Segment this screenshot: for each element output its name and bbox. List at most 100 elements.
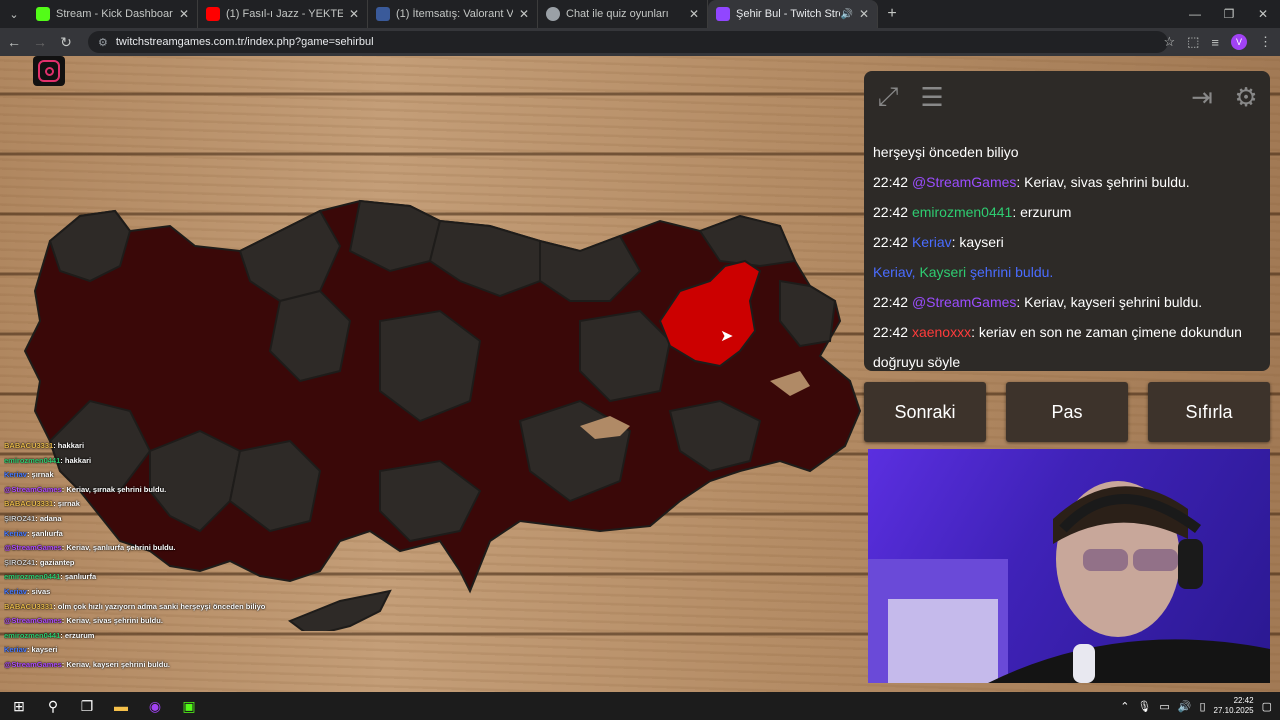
- profile-avatar[interactable]: V: [1231, 34, 1247, 50]
- overlay-chat-line: ŞIROZ41: gaziantep: [4, 557, 75, 567]
- overlay-chat-text: şırnak: [31, 470, 54, 480]
- chat-user: emirozmen0441: [911, 204, 1013, 220]
- microphone-icon[interactable]: 🎙: [1137, 700, 1151, 713]
- chat-text: : Keriav, sivas şehrini buldu.: [1016, 174, 1190, 190]
- chat-time: 22:42: [873, 234, 909, 250]
- overlay-chat-text: hakkari: [64, 455, 92, 465]
- webcam-video: [868, 449, 1270, 683]
- site-info-icon[interactable]: ⚙: [98, 36, 108, 49]
- back-arrow-icon[interactable]: ←: [2, 34, 26, 50]
- search-icon[interactable]: ⚲: [36, 692, 70, 720]
- next-button[interactable]: Sonraki: [864, 382, 986, 442]
- overlay-chat-line: Keriav: sivas: [4, 586, 51, 596]
- chat-line: Keriav, Kayseri şehrini buldu.: [873, 257, 1261, 287]
- bookmark-star-icon[interactable]: ☆: [1163, 34, 1175, 50]
- clock[interactable]: 22:42 27.10.2025: [1214, 696, 1254, 716]
- task-view-icon[interactable]: ❐: [70, 692, 104, 720]
- chat-text: doğruyu söyle: [873, 354, 961, 370]
- chat-time: 22:42: [873, 204, 909, 220]
- overlay-chat-line: @StreamGames: Keriav, şırnak şehrini bul…: [4, 484, 167, 494]
- overlay-chat-text: Keriav, kayseri şehrini buldu.: [66, 659, 171, 669]
- chat-city: Kayseri: [919, 264, 967, 280]
- menu-icon[interactable]: ⋮: [1259, 34, 1272, 50]
- volume-icon[interactable]: 🔊: [1178, 700, 1192, 713]
- chat-text: : Keriav, kayseri şehrini buldu.: [1016, 294, 1203, 310]
- chat-user: @StreamGames: [911, 294, 1017, 310]
- file-explorer-icon[interactable]: ▬: [104, 692, 138, 720]
- tab-search-button[interactable]: ⌄: [0, 0, 28, 28]
- reset-button[interactable]: Sıfırla: [1148, 382, 1270, 442]
- notification-icon[interactable]: ▢: [1262, 700, 1272, 713]
- reload-icon[interactable]: ↻: [54, 34, 78, 51]
- overlay-chat-text: kayseri: [31, 645, 58, 655]
- mouse-cursor-icon: ➤: [720, 326, 733, 345]
- chat-text: : kayseri: [951, 234, 1004, 250]
- browser-tab-active[interactable]: Şehir Bul - Twitch Stream G🔊✕: [708, 0, 878, 28]
- chat-line: herşeyşi önceden biliyo: [873, 137, 1261, 167]
- tab-favicon-icon: [376, 7, 390, 21]
- chat-time: 22:42: [873, 174, 909, 190]
- list-icon[interactable]: ☰: [914, 79, 950, 115]
- close-window-button[interactable]: ✕: [1246, 0, 1280, 28]
- close-tab-icon[interactable]: ✕: [689, 7, 699, 21]
- overlay-chat-text: sivas: [31, 586, 51, 596]
- tab-favicon-icon: [546, 7, 560, 21]
- overlay-chat-user: emirozmen0441: [4, 630, 61, 640]
- battery-icon[interactable]: ▯: [1199, 700, 1205, 713]
- close-tab-icon[interactable]: ✕: [349, 7, 359, 21]
- windows-start-icon[interactable]: ⊞: [2, 692, 36, 720]
- overlay-chat-text: şanlıurfa: [64, 572, 97, 582]
- chat-line: 22:42 emirozmen0441: erzurum: [873, 197, 1261, 227]
- overlay-chat-line: ŞIROZ41: adana: [4, 513, 62, 523]
- browser-tab[interactable]: Chat ile quiz oyunları ✕: [538, 0, 708, 28]
- overlay-chat-user: emirozmen0441: [4, 455, 61, 465]
- pass-button[interactable]: Pas: [1006, 382, 1128, 442]
- speaker-icon[interactable]: 🔊: [840, 9, 852, 20]
- map-region[interactable]: [287, 589, 392, 631]
- overlay-chat-line: BABACU3331: hakkari: [4, 441, 85, 450]
- instagram-icon[interactable]: [33, 56, 65, 86]
- network-icon[interactable]: ▭: [1159, 700, 1169, 713]
- chat-text: herşeyşi önceden biliyo: [873, 144, 1019, 160]
- browser-tab[interactable]: (1) İtemsatış: Valorant VP, P✕: [368, 0, 538, 28]
- overlay-chat-user: Keriav: [4, 645, 27, 655]
- browser-app-icon[interactable]: ◉: [138, 692, 172, 720]
- overlay-chat-text: hakkari: [57, 441, 85, 450]
- chat-text: şehrini buldu.: [970, 264, 1054, 280]
- panel-toolbar: ⤢ ☰ ⇥ ⚙: [864, 71, 1270, 123]
- chevron-up-icon[interactable]: ⌃: [1120, 700, 1129, 713]
- chat-text: : keriav en son ne zaman çimene dokundun: [971, 324, 1242, 340]
- overlay-chat-line: emirozmen0441: şanlıurfa: [4, 572, 97, 582]
- restore-button[interactable]: ❐: [1212, 0, 1246, 28]
- browser-tab[interactable]: Stream - Kick Dashboard ✕: [28, 0, 198, 28]
- overlay-chat-line: Keriav: şanlıurfa: [4, 528, 63, 538]
- overlay-chat-line: @StreamGames: Keriav, şanlıurfa şehrini …: [4, 543, 176, 553]
- close-tab-icon[interactable]: ✕: [519, 7, 529, 21]
- overlay-chat-user: @StreamGames: [4, 659, 62, 669]
- gear-icon[interactable]: ⚙: [1228, 79, 1264, 115]
- browser-toolbar: ← → ↻ ⚙ twitchstreamgames.com.tr/index.p…: [0, 28, 1280, 56]
- new-tab-button[interactable]: +: [878, 5, 906, 23]
- close-tab-icon[interactable]: ✕: [859, 7, 869, 21]
- minimize-button[interactable]: —: [1178, 0, 1212, 28]
- overlay-chat-text: adana: [39, 513, 62, 523]
- overlay-chat-user: Keriav: [4, 470, 27, 480]
- kick-app-icon[interactable]: ▣: [172, 692, 206, 720]
- url-text: twitchstreamgames.com.tr/index.php?game=…: [115, 36, 374, 48]
- overlay-chat-user: Keriav: [4, 586, 27, 596]
- logout-icon[interactable]: ⇥: [1184, 79, 1220, 115]
- close-tab-icon[interactable]: ✕: [179, 7, 189, 21]
- address-bar[interactable]: ⚙ twitchstreamgames.com.tr/index.php?gam…: [88, 31, 1168, 53]
- chat-line: 22:42 Keriav: kayseri: [873, 227, 1261, 257]
- stream-chat-overlay: BABACU3331: hakkari emirozmen0441: hakkar…: [4, 439, 304, 673]
- browser-tab[interactable]: (1) Fasıl-ı Jazz - YEKTE - YouTub✕: [198, 0, 368, 28]
- extensions-icon[interactable]: ⬚: [1187, 34, 1199, 50]
- overlay-chat-user: @StreamGames: [4, 616, 62, 626]
- overlay-chat-line: BABACU3331: olm çok hızlı yazıyorn adma …: [4, 601, 266, 611]
- browser-tab-bar: ⌄ Stream - Kick Dashboard ✕ (1) Fasıl-ı J…: [0, 0, 1280, 28]
- forward-arrow-icon[interactable]: →: [28, 34, 52, 50]
- fullscreen-icon[interactable]: ⤢: [870, 79, 906, 115]
- media-controls-icon[interactable]: ≡: [1211, 35, 1219, 50]
- overlay-chat-text: Keriav, şırnak şehrini buldu.: [66, 484, 167, 494]
- chat-line: 22:42 xaenoxxx: keriav en son ne zaman ç…: [873, 317, 1261, 347]
